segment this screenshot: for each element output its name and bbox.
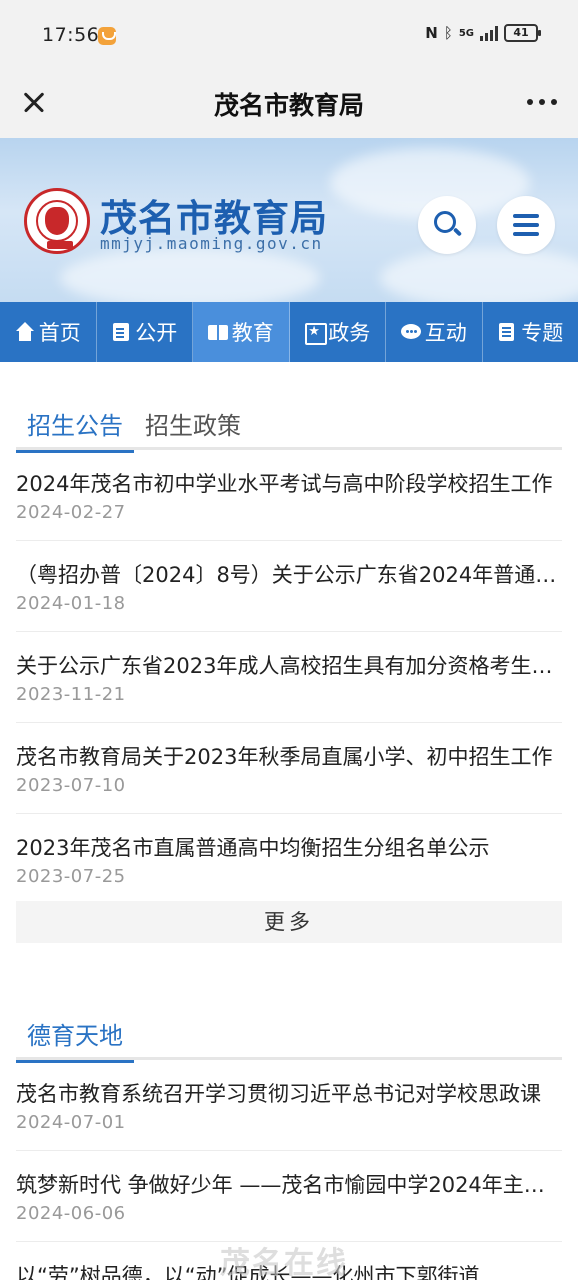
topic-icon <box>497 322 517 342</box>
menu-button[interactable] <box>497 196 555 254</box>
status-indicators: N ᛒ 5G 41 <box>425 24 541 42</box>
news-date: 2023-07-10 <box>16 775 126 796</box>
nav-item-interaction[interactable]: 互动 <box>386 302 483 362</box>
news-title: 2024年茂名市初中学业水平考试与高中阶段学校招生工作 <box>16 472 553 496</box>
nav-item-label: 专题 <box>521 321 564 345</box>
news-title: 茂名市教育局关于2023年秋季局直属小学、初中招生工作 <box>16 745 553 769</box>
bureau-logo-icon <box>24 188 90 254</box>
nav-item-label: 互动 <box>424 321 467 345</box>
list-item[interactable]: 茂名市教育系统召开学习贯彻习近平总书记对学校思政课 2024-07-01 <box>16 1060 562 1151</box>
book-icon <box>207 322 228 342</box>
news-date: 2024-01-18 <box>16 593 126 614</box>
nfc-icon: N <box>425 24 438 42</box>
document-icon <box>111 322 131 342</box>
list-item[interactable]: 2024年茂名市初中学业水平考试与高中阶段学校招生工作 2024-02-27 <box>16 450 562 541</box>
enrollment-section: 招生公告 招生政策 2024年茂名市初中学业水平考试与高中阶段学校招生工作 20… <box>16 400 562 943</box>
nav-item-public[interactable]: 公开 <box>97 302 193 362</box>
watermark: 茂名在线 <box>220 1246 348 1280</box>
tab-enrollment-policy[interactable]: 招生政策 <box>134 400 252 450</box>
moral-education-tabs: 德育天地 <box>16 1010 562 1063</box>
nav-item-government[interactable]: 政务 <box>290 302 386 362</box>
news-date: 2023-11-21 <box>16 684 126 705</box>
more-options-button[interactable] <box>522 82 562 122</box>
title-bar: 茂名市教育局 <box>0 70 578 138</box>
network-label: 5G <box>458 27 474 39</box>
nav-item-education[interactable]: 教育 <box>193 302 290 362</box>
news-date: 2024-02-27 <box>16 502 126 523</box>
notification-app-icon <box>98 27 116 45</box>
enrollment-tabs: 招生公告 招生政策 <box>16 400 562 453</box>
site-domain: mmjyj.maoming.gov.cn <box>100 234 323 253</box>
news-title: 筑梦新时代 争做好少年 ——茂名市愉园中学2024年主题活动 <box>16 1173 562 1197</box>
battery-icon: 41 <box>504 24 541 42</box>
nav-item-label: 政务 <box>328 321 371 345</box>
news-title: 关于公示广东省2023年成人高校招生具有加分资格考生名单 <box>16 654 562 678</box>
star-flag-icon <box>304 322 328 345</box>
nav-item-home[interactable]: 首页 <box>0 302 97 362</box>
chat-icon <box>400 322 421 342</box>
nav-item-label: 教育 <box>231 321 274 345</box>
news-title: 2023年茂名市直属普通高中均衡招生分组名单公示 <box>16 836 490 860</box>
nav-item-topics[interactable]: 专题 <box>483 302 578 362</box>
news-date: 2024-06-06 <box>16 1203 126 1224</box>
home-icon <box>15 322 35 342</box>
status-bar: 17:56 N ᛒ 5G 41 <box>0 0 578 70</box>
tab-moral-education[interactable]: 德育天地 <box>16 1010 134 1063</box>
window-title: 茂名市教育局 <box>213 91 364 120</box>
status-time: 17:56 <box>42 24 100 46</box>
list-item[interactable]: 2023年茂名市直属普通高中均衡招生分组名单公示 2023-07-25 <box>16 814 562 905</box>
news-title: （粤招办普〔2024〕8号）关于公示广东省2024年普通高考 <box>16 563 562 587</box>
news-title: 茂名市教育系统召开学习贯彻习近平总书记对学校思政课 <box>16 1082 541 1106</box>
main-nav: 首页 公开 教育 政务 互动 专题 <box>0 302 578 362</box>
news-date: 2024-07-01 <box>16 1112 126 1133</box>
tab-enrollment-notices[interactable]: 招生公告 <box>16 400 134 453</box>
nav-item-label: 公开 <box>135 321 178 345</box>
list-item[interactable]: 茂名市教育局关于2023年秋季局直属小学、初中招生工作 2023-07-10 <box>16 723 562 814</box>
nav-item-label: 首页 <box>38 321 81 345</box>
more-button[interactable]: 更多 <box>16 901 562 943</box>
list-item[interactable]: 关于公示广东省2023年成人高校招生具有加分资格考生名单 2023-11-21 <box>16 632 562 723</box>
list-item[interactable]: 筑梦新时代 争做好少年 ——茂名市愉园中学2024年主题活动 2024-06-0… <box>16 1151 562 1242</box>
list-item[interactable]: （粤招办普〔2024〕8号）关于公示广东省2024年普通高考 2024-01-1… <box>16 541 562 632</box>
search-button[interactable] <box>418 196 476 254</box>
news-date: 2023-07-25 <box>16 866 126 887</box>
bluetooth-icon: ᛒ <box>443 24 453 42</box>
signal-icon <box>480 25 498 41</box>
site-banner: 茂名市教育局 mmjyj.maoming.gov.cn <box>0 138 578 302</box>
